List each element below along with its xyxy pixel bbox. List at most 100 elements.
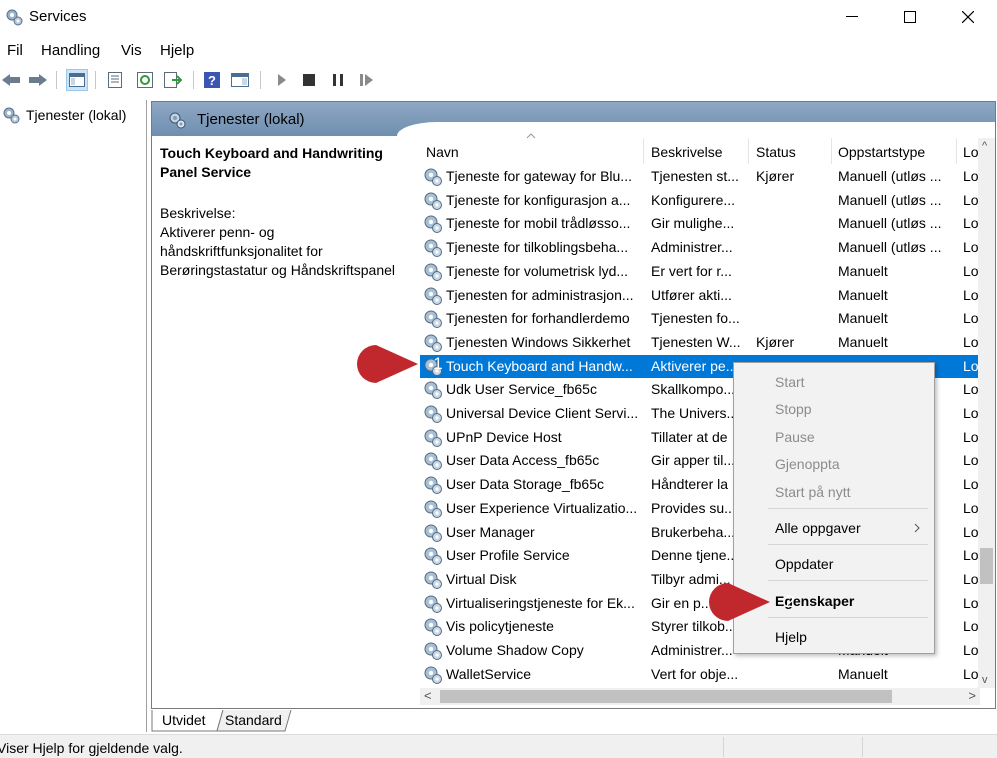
horizontal-scrollbar[interactable]: < > (420, 688, 980, 705)
show-action-pane-button[interactable] (229, 69, 251, 91)
cell-description: Er vert for r... (651, 262, 732, 279)
cell-name: WalletService (446, 665, 532, 682)
gears-icon (6, 9, 23, 26)
cell-name: User Experience Virtualizatio... (446, 499, 638, 516)
vertical-scrollbar[interactable]: ^ v (978, 138, 995, 688)
context-item-stop[interactable]: Stopp (775, 401, 812, 417)
tab-standard[interactable]: Standard (219, 710, 288, 732)
cell-name: Tjenesten for forhandlerdemo (446, 310, 630, 327)
service-gear-icon (424, 571, 442, 589)
service-gear-icon (424, 239, 442, 258)
cell-name: Tjenesten for administrasjon... (446, 286, 634, 303)
maximize-icon (904, 11, 916, 23)
properties-icon (108, 72, 122, 88)
stop-service-button[interactable] (298, 69, 320, 91)
cell-description: Vert for obje... (651, 665, 739, 682)
cell-startup-type: Manuell (utløs ... (838, 239, 942, 256)
scroll-up-arrow[interactable]: ^ (982, 140, 987, 152)
scroll-left-arrow[interactable]: < (424, 688, 432, 703)
export-list-icon (164, 72, 182, 88)
help-button[interactable]: ? (201, 69, 223, 91)
scroll-down-arrow[interactable]: v (982, 674, 988, 686)
cell-description: Tjenesten st... (651, 168, 739, 184)
service-gear-icon (424, 500, 442, 518)
menu-vis[interactable]: Vis (121, 42, 142, 59)
menu-handling[interactable]: Handling (41, 42, 100, 59)
description-label: Beskrivelse: (160, 205, 236, 221)
table-row[interactable]: Tjenesten for forhandlerdemo Tjenesten fo… (420, 307, 995, 331)
start-service-button[interactable] (271, 69, 293, 91)
title-bar: Services (0, 0, 997, 34)
table-row[interactable]: Tjeneste for gateway for Blu... Tjenesten… (420, 165, 995, 189)
back-button[interactable] (0, 69, 22, 91)
cell-startup-type: Manuell (utløs ... (838, 191, 942, 208)
show-hide-console-tree-icon (69, 73, 85, 87)
horizontal-scroll-thumb[interactable] (440, 690, 892, 703)
minimize-button[interactable] (823, 0, 881, 34)
context-item-pause[interactable]: Pause (775, 429, 815, 445)
vertical-scroll-thumb[interactable] (980, 548, 993, 584)
cell-name: Tjeneste for konfigurasjon a... (446, 191, 631, 208)
tab-extended[interactable]: Utvidet (156, 710, 212, 732)
maximize-button[interactable] (881, 0, 939, 34)
menu-hjelp[interactable]: Hjelp (160, 42, 194, 59)
column-header-description[interactable]: Beskrivelse (645, 138, 749, 164)
column-header-status[interactable]: Status (750, 138, 832, 164)
cell-startup-type: Manuelt (838, 310, 888, 327)
show-hide-console-tree-button[interactable] (66, 69, 88, 91)
context-separator (768, 544, 928, 545)
cell-name: Tjeneste for mobil trådløsso... (446, 215, 631, 232)
cell-startup-type: Manuelt (838, 665, 888, 682)
close-icon (962, 11, 974, 23)
table-row[interactable]: Tjeneste for volumetrisk lyd... Er vert f… (420, 260, 995, 284)
selected-service-name: Touch Keyboard and Handwriting Panel Ser… (160, 145, 383, 180)
forward-arrow-icon (29, 74, 47, 86)
service-gear-icon (424, 547, 442, 566)
table-row[interactable]: Tjeneste for mobil trådløsso... Gir mulig… (420, 212, 995, 236)
tree-item-services-local[interactable]: Tjenester (lokal) (2, 106, 126, 124)
pause-service-button[interactable] (327, 69, 349, 91)
service-gear-icon (424, 405, 442, 423)
menu-fil[interactable]: Fil (7, 42, 23, 59)
service-gear-icon (424, 381, 442, 400)
table-row[interactable]: Tjenesten Windows Sikkerhet Tjenesten W..… (420, 331, 995, 355)
context-item-help[interactable]: Hjelp (775, 629, 807, 645)
context-item-resume[interactable]: Gjenoppta (775, 456, 840, 472)
cell-status: Kjører (756, 333, 795, 350)
toolbar-separator (260, 71, 261, 89)
description-text: Aktiverer penn- og håndskriftfunksjonali… (160, 224, 395, 278)
service-gear-icon (424, 429, 442, 447)
export-list-button[interactable] (162, 69, 184, 91)
cell-name: Touch Keyboard and Handw... (446, 357, 633, 374)
cell-name: Udk User Service_fb65c (446, 381, 597, 398)
scroll-right-arrow[interactable]: > (968, 688, 976, 703)
cell-description: Tjenesten W... (651, 333, 741, 350)
column-header-startup-type[interactable]: Oppstartstype (832, 138, 957, 164)
cell-description: Konfigurere... (651, 191, 736, 208)
table-row[interactable]: Tjeneste for konfigurasjon a... Konfigure… (420, 189, 995, 213)
back-arrow-icon (2, 74, 20, 86)
cell-name: Tjeneste for gateway for Blu... (446, 168, 632, 184)
cell-startup-type: Manuell (utløs ... (838, 168, 942, 184)
properties-button[interactable] (104, 69, 126, 91)
forward-button[interactable] (27, 69, 49, 91)
close-button[interactable] (939, 0, 997, 34)
gears-icon (3, 107, 20, 124)
table-row[interactable]: Tjenesten for administrasjon... Utfører a… (420, 284, 995, 308)
column-header-name[interactable]: Navn (420, 138, 644, 164)
refresh-button[interactable] (134, 69, 156, 91)
table-row[interactable]: WalletService Vert for obje... Manuelt Lo (420, 663, 995, 687)
window-title: Services (29, 8, 87, 25)
cell-startup-type: Manuelt (838, 262, 888, 279)
cell-name: Universal Device Client Servi... (446, 405, 639, 421)
context-item-start[interactable]: Start (775, 374, 805, 390)
context-item-all-tasks[interactable]: Alle oppgaver (775, 520, 861, 536)
context-item-restart[interactable]: Start på nytt (775, 484, 850, 500)
restart-service-button[interactable] (356, 69, 378, 91)
table-row[interactable]: Tjeneste for tilkoblingsbeha... Administr… (420, 236, 995, 260)
context-separator (768, 617, 928, 618)
context-item-refresh[interactable]: Oppdater (775, 556, 833, 572)
toolbar: ? (0, 66, 997, 94)
service-gear-icon (424, 524, 442, 542)
service-gear-icon (424, 263, 442, 281)
